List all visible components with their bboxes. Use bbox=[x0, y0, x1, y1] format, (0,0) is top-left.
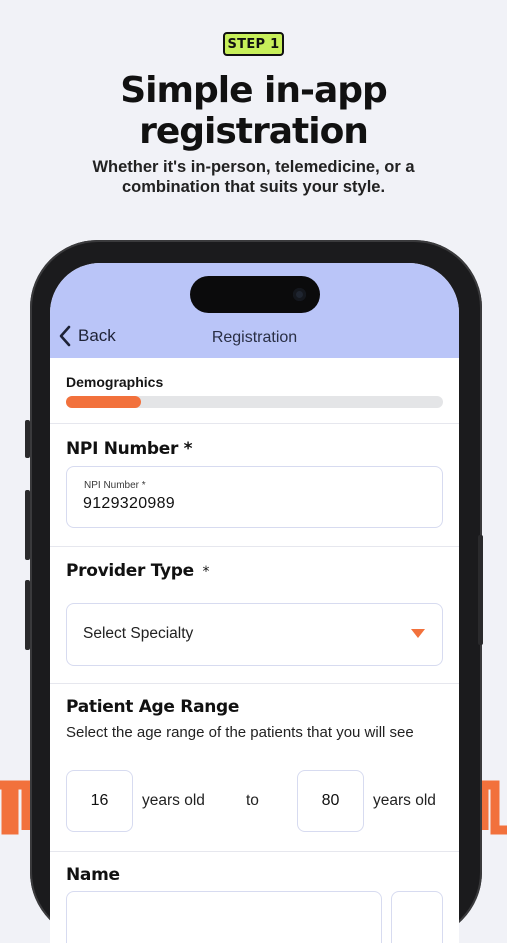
max-age-unit: years old bbox=[373, 792, 436, 809]
step-badge: STEP 1 bbox=[223, 32, 284, 56]
name-title: Name bbox=[66, 865, 120, 885]
page-subheadline: Whether it's in-person, telemedicine, or… bbox=[60, 157, 447, 197]
max-age-input[interactable]: 80 bbox=[297, 770, 364, 832]
provider-type-label: Provider Type bbox=[66, 561, 194, 581]
headline-line-2: registration bbox=[139, 111, 369, 152]
decorative-wave-left bbox=[0, 775, 30, 840]
provider-type-placeholder: Select Specialty bbox=[83, 625, 194, 642]
name-suffix-input[interactable] bbox=[391, 891, 443, 943]
progress-label: Demographics bbox=[66, 374, 164, 390]
progress-section bbox=[50, 358, 459, 424]
subheadline-line-1: Whether it's in-person, telemedicine, or… bbox=[92, 158, 415, 176]
required-mark: * bbox=[202, 564, 210, 580]
age-range-title: Patient Age Range bbox=[66, 697, 240, 717]
page-headline: Simple in-app registration bbox=[0, 70, 507, 152]
phone-side-button bbox=[25, 420, 30, 458]
phone-volume-down bbox=[25, 580, 30, 650]
progress-bar bbox=[66, 396, 443, 408]
progress-bar-fill bbox=[66, 396, 142, 408]
phone-power-button bbox=[478, 535, 483, 645]
decorative-wave-right bbox=[479, 775, 507, 840]
phone-screen: Back Registration Demographics NPI Numbe… bbox=[50, 263, 459, 943]
age-range-helper: Select the age range of the patients tha… bbox=[66, 724, 414, 741]
npi-title: NPI Number * bbox=[66, 439, 193, 459]
min-age-input[interactable]: 16 bbox=[66, 770, 133, 832]
screen-title: Registration bbox=[211, 329, 298, 346]
subheadline-line-2: combination that suits your style. bbox=[121, 178, 386, 196]
npi-value: 9129320989 bbox=[83, 495, 175, 512]
min-age-unit: years old bbox=[142, 792, 205, 809]
headline-line-1: Simple in-app bbox=[120, 70, 388, 111]
npi-floating-label: NPI Number * bbox=[84, 480, 146, 491]
caret-down-icon bbox=[411, 629, 425, 638]
age-range-separator: to bbox=[246, 792, 259, 809]
first-name-input[interactable] bbox=[66, 891, 382, 943]
camera-icon bbox=[293, 288, 306, 301]
dynamic-island bbox=[190, 276, 320, 313]
phone-volume-up bbox=[25, 490, 30, 560]
provider-type-select[interactable]: Select Specialty bbox=[66, 603, 443, 666]
provider-type-title: Provider Type * bbox=[66, 561, 210, 581]
npi-input[interactable]: NPI Number * 9129320989 bbox=[66, 466, 443, 528]
app-header: Back Registration bbox=[50, 263, 459, 358]
